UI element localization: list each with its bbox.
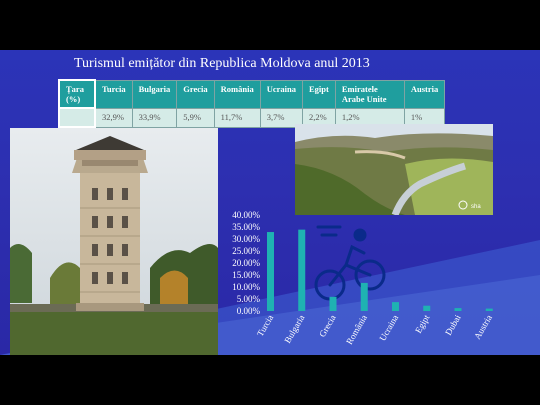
x-tick-label: Austria <box>472 313 494 341</box>
water-tower-photo <box>10 128 218 355</box>
y-tick-label: 15.00% <box>232 270 260 280</box>
table-header-cell: Țara (%) <box>58 79 96 109</box>
y-tick-label: 5.00% <box>237 294 261 304</box>
table-header-cell: Emiratele Arabe Unite <box>334 79 405 109</box>
x-tick-label: Turcia <box>255 313 275 338</box>
cyclist-icon <box>314 225 386 301</box>
tourism-table: Țara (%) Turcia Bulgaria Grecia România … <box>58 79 446 128</box>
x-tick-label: Dubai <box>443 313 463 337</box>
y-tick-label: 35.00% <box>232 222 260 232</box>
x-tick-label: România <box>344 313 369 346</box>
y-tick-label: 30.00% <box>232 234 260 244</box>
table-cell: 33,9% <box>131 107 178 128</box>
table-header-cell: România <box>213 79 261 109</box>
chart-bar <box>454 308 462 311</box>
y-tick-label: 25.00% <box>232 246 260 256</box>
table-cell: 11,7% <box>213 107 261 128</box>
table-header-cell: Austria <box>403 79 446 109</box>
bar-chart: 0.00% 5.00% 10.00% 15.00% 20.00% 25.00% 30.00%… <box>232 210 494 346</box>
table-header-cell: Egipt <box>302 79 336 109</box>
x-tick-label: Ucraina <box>377 313 400 343</box>
table-header-cell: Bulgaria <box>131 79 178 109</box>
table-cell: 32,9% <box>94 107 133 128</box>
table-header-cell: Ucraina <box>259 79 304 109</box>
table-header-cell: Turcia <box>94 79 133 109</box>
x-tick-label: Egipt <box>413 313 432 335</box>
chart-bar <box>329 296 337 311</box>
table-cell <box>58 107 96 128</box>
slide: Turismul emițător din Republica Moldova … <box>0 50 540 355</box>
slide-title: Turismul emițător din Republica Moldova … <box>74 56 370 71</box>
x-tick-label: Grecia <box>317 313 338 339</box>
chart-bar <box>423 305 431 311</box>
chart-bar <box>392 302 399 311</box>
y-tick-label: 40.00% <box>232 210 260 220</box>
y-tick-label: 0.00% <box>237 306 261 316</box>
y-tick-label: 10.00% <box>232 282 260 292</box>
x-tick-label: Bulgaria <box>282 313 306 345</box>
chart-bar <box>298 229 306 311</box>
table-header-cell: Grecia <box>176 79 215 109</box>
y-tick-label: 20.00% <box>232 258 260 268</box>
chart-bar <box>267 232 274 311</box>
chart-bar <box>360 282 368 311</box>
table-header-row: Țara (%) Turcia Bulgaria Grecia România … <box>58 79 446 109</box>
river-canyon-photo: sha <box>295 124 493 215</box>
table-cell: 5,9% <box>176 107 215 128</box>
chart-bar <box>485 308 493 311</box>
